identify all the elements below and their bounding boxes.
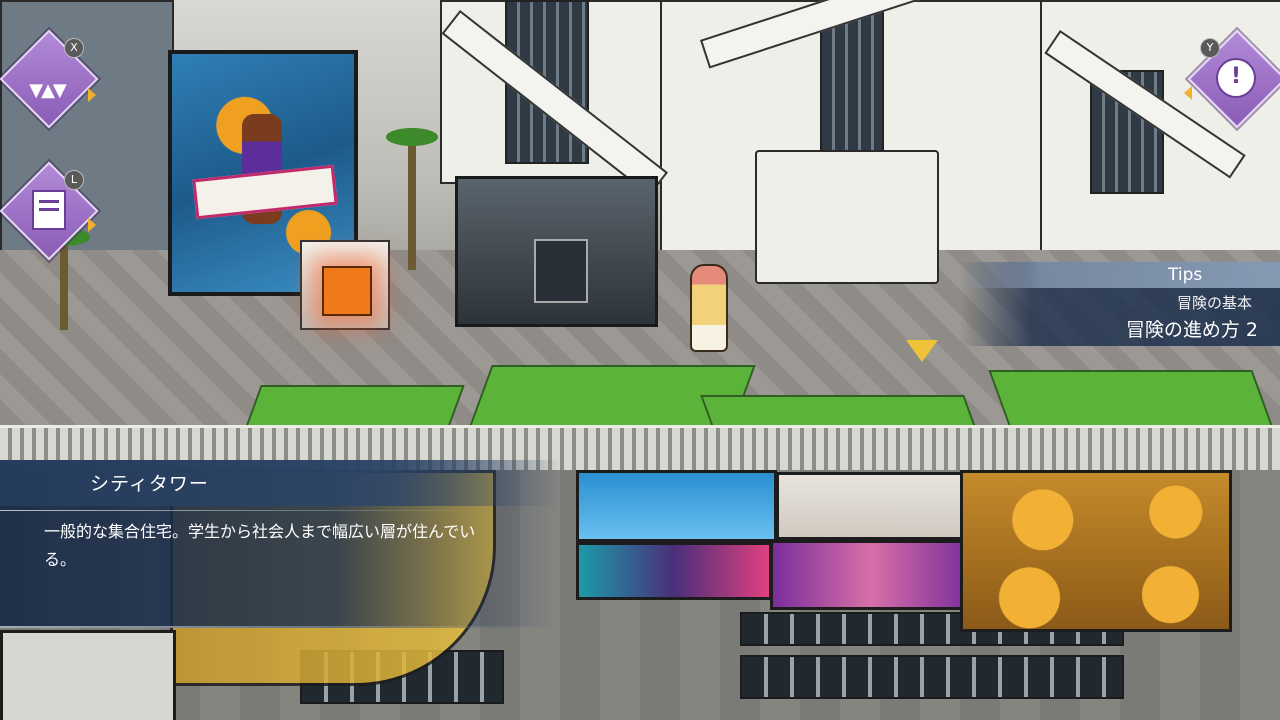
x-key-badge: X bbox=[64, 38, 84, 58]
player-character[interactable] bbox=[690, 264, 728, 352]
billboard-cosmetics bbox=[770, 540, 972, 610]
billboard-airplane bbox=[576, 470, 777, 542]
tips-panel[interactable]: Tips 冒険の基本 冒険の進め方 2 bbox=[960, 262, 1280, 346]
triangles-icon: ▼▲▼ bbox=[29, 80, 67, 101]
shrine-light bbox=[322, 266, 372, 316]
columned-entrance bbox=[755, 150, 939, 284]
exclamation-icon: ! bbox=[1216, 58, 1256, 98]
billboard-phone bbox=[776, 472, 978, 540]
location-name: シティタワー bbox=[90, 473, 209, 495]
alert-button[interactable]: ! bbox=[1184, 22, 1280, 132]
chevron-left-icon bbox=[1184, 86, 1192, 100]
billboard-graffiti bbox=[576, 542, 772, 600]
tips-header: Tips bbox=[960, 262, 1280, 288]
l-key-badge: L bbox=[64, 170, 84, 190]
map-menu-button[interactable]: ▼▲▼ bbox=[0, 22, 99, 132]
location-description: 一般的な集合住宅。学生から社会人まで幅広い層が住んでいる。 bbox=[44, 522, 476, 569]
exclamation-glyph: ! bbox=[1230, 64, 1242, 89]
divider bbox=[0, 510, 500, 511]
location-title-bar: シティタワー bbox=[0, 460, 560, 506]
destination-marker-icon bbox=[906, 340, 938, 362]
chevron-right-icon bbox=[88, 88, 96, 102]
billboard-logo-lower bbox=[0, 630, 176, 720]
billboard-pizza bbox=[960, 470, 1232, 632]
journal-button[interactable] bbox=[0, 150, 99, 270]
chevron-right-icon bbox=[88, 218, 96, 232]
mural-logo bbox=[192, 164, 338, 220]
tips-title: Tips bbox=[1168, 265, 1203, 285]
divider bbox=[0, 626, 560, 628]
palm-tree bbox=[386, 128, 438, 270]
glowing-shrine[interactable] bbox=[300, 240, 390, 330]
location-info-panel: シティタワー 一般的な集合住宅。学生から社会人まで幅広い層が住んでいる。 bbox=[0, 460, 560, 628]
entrance-door bbox=[534, 239, 588, 303]
tips-category: 冒険の基本 bbox=[1176, 294, 1252, 312]
book-icon bbox=[32, 190, 66, 230]
tips-item[interactable]: 冒険の進め方 2 bbox=[1126, 315, 1258, 342]
hud-diamond bbox=[0, 29, 99, 129]
building-entrance bbox=[455, 176, 658, 327]
y-key-badge: Y bbox=[1200, 38, 1220, 58]
tower-windows bbox=[820, 10, 884, 154]
lower-windows bbox=[740, 655, 1124, 699]
